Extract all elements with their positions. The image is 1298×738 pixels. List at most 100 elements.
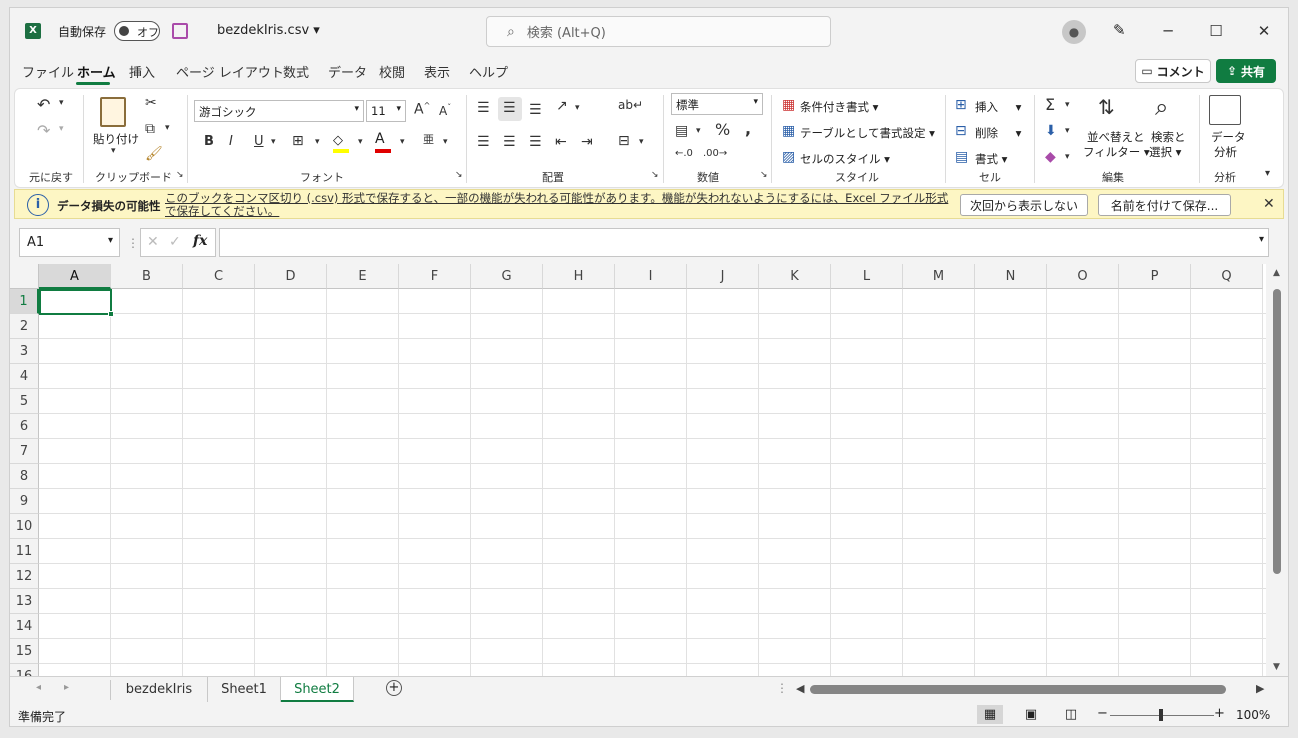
tab-help[interactable]: ヘルプ	[469, 62, 508, 81]
select-all-corner[interactable]	[10, 264, 39, 289]
format-cells-icon[interactable]: ▤	[955, 150, 968, 164]
save-icon[interactable]	[172, 23, 188, 39]
fill-handle[interactable]	[108, 311, 114, 317]
shrink-font-icon[interactable]: Aˇ	[439, 104, 451, 118]
analyze-data-label-1[interactable]: データ	[1211, 129, 1246, 145]
dont-show-again-button[interactable]: 次回から表示しない	[960, 194, 1088, 216]
fill-color-icon[interactable]: ◇	[333, 133, 351, 153]
sort-filter-label-2[interactable]: フィルター ▾	[1083, 144, 1150, 160]
row-header[interactable]: 7	[10, 439, 39, 464]
column-header[interactable]: M	[903, 264, 975, 289]
cancel-icon[interactable]: ✕	[147, 234, 159, 250]
column-header[interactable]: N	[975, 264, 1047, 289]
accounting-format-icon[interactable]: ▤	[675, 124, 688, 138]
sort-filter-label-1[interactable]: 並べ替えと	[1087, 129, 1145, 145]
column-header[interactable]: E	[327, 264, 399, 289]
column-header[interactable]: F	[399, 264, 471, 289]
column-header[interactable]: G	[471, 264, 543, 289]
add-sheet-icon[interactable]: +	[386, 680, 402, 696]
align-center-icon[interactable]: ☰	[503, 135, 516, 149]
tab-home[interactable]: ホーム	[77, 62, 116, 81]
decrease-indent-icon[interactable]: ⇤	[555, 135, 567, 149]
row-header[interactable]: 13	[10, 589, 39, 614]
italic-button[interactable]: I	[229, 135, 233, 148]
row-header[interactable]: 14	[10, 614, 39, 639]
insert-cells-button[interactable]: 挿入 ▾	[975, 99, 1021, 115]
zoom-level[interactable]: 100%	[1236, 708, 1270, 722]
delete-cells-button[interactable]: 削除 ▾	[975, 125, 1021, 141]
format-table-icon[interactable]: ▦	[782, 124, 795, 138]
font-name-select[interactable]: 游ゴシック ▾	[194, 100, 364, 122]
splitter-icon[interactable]: ⋮	[776, 681, 788, 695]
orientation-icon[interactable]: ↗	[556, 99, 568, 113]
autosum-icon[interactable]: Σ	[1045, 97, 1055, 113]
column-header[interactable]: C	[183, 264, 255, 289]
zoom-out-icon[interactable]: −	[1097, 706, 1108, 721]
check-icon[interactable]: ✓	[169, 234, 181, 250]
search-box[interactable]: ⌕ 検索 (Alt+Q)	[486, 16, 831, 47]
minimize-button[interactable]: ─	[1153, 18, 1183, 44]
font-size-select[interactable]: 11 ▾	[366, 100, 406, 122]
infobar-message[interactable]: このブックをコンマ区切り (.csv) 形式で保存すると、一部の機能が失われる可…	[165, 192, 955, 218]
undo-icon[interactable]: ↶	[37, 97, 50, 113]
format-painter-icon[interactable]: 🖌	[145, 147, 163, 161]
analyze-data-label-2[interactable]: 分析	[1214, 144, 1237, 160]
cell-styles-icon[interactable]: ▨	[782, 150, 795, 164]
conditional-format-icon[interactable]: ▦	[782, 98, 795, 112]
align-top-icon[interactable]: ☰	[477, 101, 490, 115]
scroll-up-icon[interactable]: ▲	[1273, 268, 1280, 278]
tab-page-layout[interactable]: ページ レイアウト	[176, 62, 284, 81]
align-middle-icon[interactable]: ☰	[503, 101, 516, 115]
increase-decimal-icon[interactable]: ←.0	[675, 149, 693, 159]
grow-font-icon[interactable]: A^	[414, 102, 430, 117]
increase-indent-icon[interactable]: ⇥	[581, 135, 593, 149]
tab-view[interactable]: 表示	[424, 62, 450, 81]
row-header[interactable]: 2	[10, 314, 39, 339]
merge-center-icon[interactable]: ⊟	[618, 134, 630, 148]
pen-icon[interactable]: ✎	[1113, 21, 1126, 39]
redo-icon[interactable]: ↷	[37, 123, 50, 139]
tab-file[interactable]: ファイル	[22, 62, 74, 81]
collapse-ribbon-icon[interactable]: ▾	[1265, 169, 1270, 179]
comma-style-icon[interactable]: ,	[745, 121, 751, 137]
column-header[interactable]: Q	[1191, 264, 1263, 289]
name-box[interactable]: A1 ▾	[19, 228, 120, 257]
row-header[interactable]: 10	[10, 514, 39, 539]
active-cell[interactable]	[39, 289, 112, 315]
conditional-format-button[interactable]: 条件付き書式 ▾	[800, 99, 878, 115]
find-select-label-2[interactable]: 選択 ▾	[1149, 144, 1181, 160]
scroll-right-icon[interactable]: ▶	[1256, 682, 1264, 695]
row-header[interactable]: 12	[10, 564, 39, 589]
worksheet-grid[interactable]: ABCDEFGHIJKLMNOPQ 1234567891011121314151…	[10, 264, 1288, 689]
account-icon[interactable]: ●	[1062, 20, 1086, 44]
column-header[interactable]: H	[543, 264, 615, 289]
row-header[interactable]: 9	[10, 489, 39, 514]
copy-icon[interactable]: ⧉	[145, 122, 155, 136]
paste-icon[interactable]	[100, 97, 126, 127]
sheet-tab[interactable]: bezdekIris	[111, 677, 208, 702]
file-name[interactable]: bezdekIris.csv ▾	[217, 23, 320, 38]
tab-review[interactable]: 校閲	[379, 62, 405, 81]
analyze-data-icon[interactable]	[1209, 95, 1241, 125]
phonetic-icon[interactable]: 亜	[423, 134, 434, 145]
row-header[interactable]: 6	[10, 414, 39, 439]
find-select-label-1[interactable]: 検索と	[1151, 129, 1186, 145]
bold-button[interactable]: B	[204, 135, 214, 148]
decrease-decimal-icon[interactable]: .00→	[703, 149, 727, 159]
zoom-slider-thumb[interactable]	[1159, 709, 1163, 721]
row-header[interactable]: 15	[10, 639, 39, 664]
percent-icon[interactable]: %	[715, 122, 730, 138]
launcher-icon[interactable]: ↘	[760, 171, 768, 180]
fill-icon[interactable]: ⬇	[1045, 124, 1057, 138]
close-icon[interactable]: ✕	[1263, 196, 1275, 212]
launcher-icon[interactable]: ↘	[455, 171, 463, 180]
sheet-tab-active[interactable]: Sheet2	[281, 677, 354, 702]
font-color-icon[interactable]: A	[375, 131, 393, 153]
tab-formulas[interactable]: 数式	[283, 62, 309, 81]
column-header[interactable]: J	[687, 264, 759, 289]
sort-filter-icon[interactable]: ⇅	[1098, 97, 1115, 117]
zoom-in-icon[interactable]: +	[1214, 706, 1225, 721]
comment-button[interactable]: ▭ コメント	[1135, 59, 1211, 83]
wrap-text-icon[interactable]: ab↵	[618, 99, 643, 111]
cut-icon[interactable]: ✂	[145, 96, 157, 110]
